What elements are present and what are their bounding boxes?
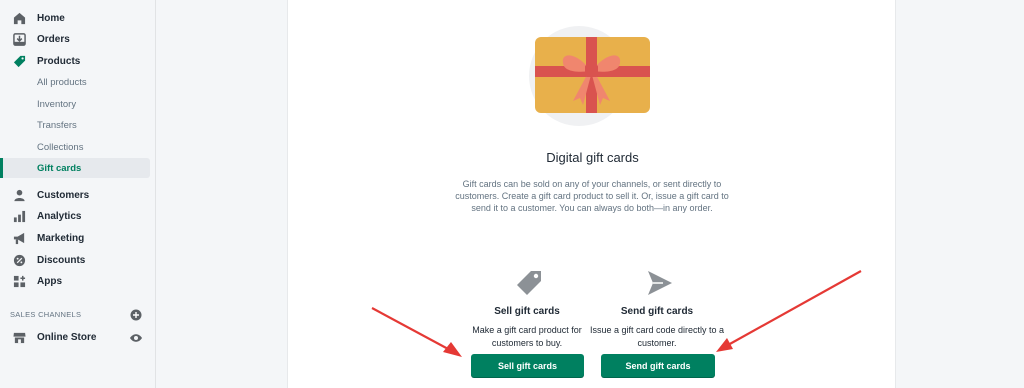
- sidebar-item-label: Customers: [37, 189, 90, 201]
- megaphone-icon: [12, 231, 26, 245]
- sidebar-item-label: Discounts: [37, 254, 86, 266]
- sell-gift-cards-title: Sell gift cards: [494, 306, 560, 317]
- sidebar-subitem-label: Transfers: [37, 119, 77, 131]
- sidebar-subitem-collections[interactable]: Collections: [0, 137, 150, 157]
- sidebar-item-analytics[interactable]: Analytics: [0, 205, 150, 227]
- page-description: Gift cards can be sold on any of your ch…: [455, 179, 729, 213]
- tag-icon: [12, 54, 26, 68]
- sidebar-subitem-label: Collections: [37, 141, 84, 153]
- send-icon: [648, 271, 672, 295]
- bar-chart-icon: [12, 209, 26, 223]
- home-icon: [12, 11, 26, 25]
- sidebar-subitem-label: All products: [37, 76, 87, 88]
- sidebar-item-label: Orders: [37, 33, 70, 45]
- sidebar-item-customers[interactable]: Customers: [0, 184, 150, 206]
- sales-channels-label: SALES CHANNELS: [10, 310, 82, 319]
- sidebar: Home Orders Products All products Invent…: [0, 0, 156, 388]
- sidebar-item-label: Products: [37, 55, 81, 67]
- tag-icon: [517, 271, 541, 295]
- sidebar-item-online-store[interactable]: Online Store: [0, 326, 150, 348]
- discount-icon: [12, 253, 26, 267]
- send-gift-cards-button[interactable]: Send gift cards: [601, 354, 715, 378]
- sidebar-subitem-transfers[interactable]: Transfers: [0, 115, 150, 135]
- sell-gift-cards-description: Make a gift card product for customers t…: [472, 325, 582, 348]
- sidebar-item-label: Marketing: [37, 232, 85, 244]
- sidebar-item-label: Apps: [37, 275, 62, 287]
- sidebar-subitem-inventory[interactable]: Inventory: [0, 94, 150, 114]
- sidebar-subitem-label: Inventory: [37, 98, 77, 110]
- sidebar-item-marketing[interactable]: Marketing: [0, 227, 150, 249]
- orders-icon: [12, 32, 26, 46]
- sidebar-item-label: Home: [37, 12, 65, 24]
- sidebar-item-products[interactable]: Products: [0, 50, 150, 72]
- send-gift-cards-title: Send gift cards: [620, 306, 694, 317]
- store-icon: [12, 330, 26, 344]
- sidebar-item-home[interactable]: Home: [0, 7, 150, 29]
- page-title: Digital gift cards: [546, 150, 639, 165]
- add-sales-channel-icon[interactable]: [130, 308, 142, 321]
- gift-cards-empty-state: Digital gift cards Gift cards can be sol…: [287, 0, 896, 388]
- apps-icon: [12, 274, 26, 288]
- sell-gift-cards-button[interactable]: Sell gift cards: [471, 354, 584, 378]
- sidebar-subitem-all-products[interactable]: All products: [0, 72, 150, 92]
- sidebar-item-discounts[interactable]: Discounts: [0, 249, 150, 271]
- sidebar-item-apps[interactable]: Apps: [0, 270, 150, 292]
- gift-card-illustration: [535, 37, 650, 113]
- send-gift-cards-description: Issue a gift card code directly to a cus…: [589, 325, 725, 348]
- sidebar-subitem-gift-cards[interactable]: Gift cards: [0, 158, 150, 178]
- sidebar-item-label: Analytics: [37, 210, 82, 222]
- sidebar-subitem-label: Gift cards: [37, 162, 82, 174]
- eye-icon[interactable]: [129, 331, 143, 343]
- sidebar-item-orders[interactable]: Orders: [0, 28, 150, 50]
- person-icon: [12, 188, 26, 202]
- sidebar-item-label: Online Store: [37, 331, 97, 343]
